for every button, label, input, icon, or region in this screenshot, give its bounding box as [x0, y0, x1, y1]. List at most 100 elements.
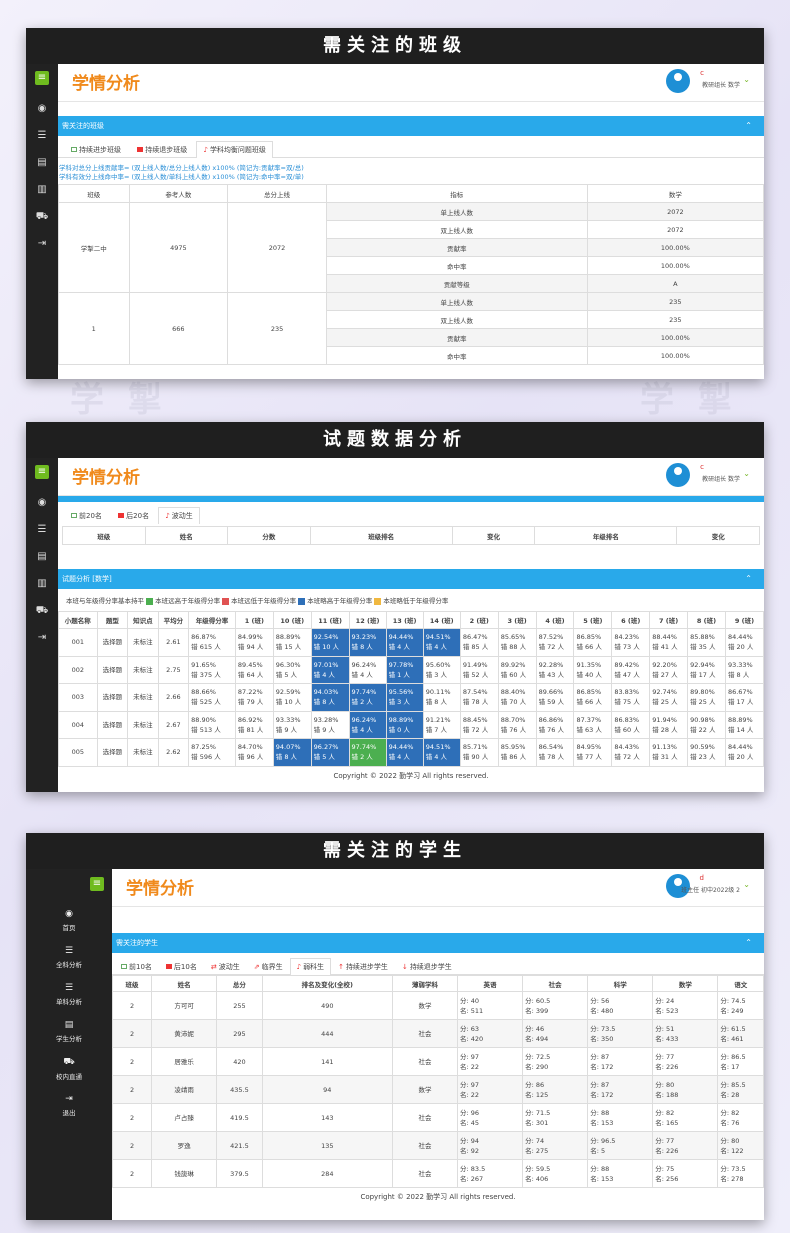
tab-balance-classes[interactable]: ♪ 学科均衡问题班级: [196, 141, 273, 158]
column-header: 5 (班): [573, 611, 613, 629]
tab-declining-classes[interactable]: 持续退步班级: [130, 141, 194, 158]
column-header: 指标: [325, 184, 588, 203]
wrong-count: 错 66 人: [576, 698, 602, 707]
table-cell[interactable]: 钱旎琳: [151, 1159, 218, 1188]
tab-bottom20[interactable]: 后20名: [111, 507, 156, 524]
table-cell: 97.74% 错 2 人: [348, 683, 387, 712]
tab-2[interactable]: ⇄ 波动生: [204, 958, 247, 975]
table-cell: 92.94% 错 17 人: [687, 655, 726, 684]
score-value: 分: 82: [720, 1108, 740, 1117]
table-cell: 98.89% 错 0 人: [385, 710, 424, 739]
tab-5[interactable]: ↑ 持续进步学生: [331, 958, 395, 975]
table-cell: 135: [261, 1131, 393, 1160]
sidebar-item-0[interactable]: ◉ 首页: [26, 905, 112, 942]
tab-label: 临界生: [261, 963, 283, 971]
logout-icon[interactable]: ⇥: [26, 624, 58, 651]
table-cell: 87.37% 错 63 人: [573, 710, 613, 739]
tab-top20[interactable]: 前20名: [64, 507, 109, 524]
table-cell: 85.95% 错 86 人: [497, 738, 537, 767]
cart-icon[interactable]: ⛟: [26, 203, 58, 230]
table-cell: 89.92% 错 60 人: [497, 655, 537, 684]
tab-fluctuating[interactable]: ♪ 波动生: [158, 507, 200, 524]
table-cell[interactable]: 凌靖雨: [151, 1075, 218, 1104]
menu-icon[interactable]: ≡: [35, 71, 49, 85]
rank-value: 名: 433: [655, 1034, 679, 1043]
table-row: 001 选择题 未标注 2.61 86.87% 错 615 人 84.99% 错 94 人 88…: [58, 628, 764, 657]
table-cell[interactable]: 罗逸: [151, 1131, 218, 1160]
table-cell: 88.40% 错 70 人: [497, 683, 537, 712]
chart-icon[interactable]: ▥: [26, 570, 58, 597]
wrong-count: 错 70 人: [500, 698, 527, 707]
table-cell: 分: 77 名: 226: [652, 1131, 719, 1160]
table-cell[interactable]: 居雅乐: [151, 1047, 218, 1076]
chart-icon[interactable]: ▥: [26, 176, 58, 203]
table-cell: 分: 56 名: 480: [587, 991, 654, 1020]
table-cell: 分: 75 名: 256: [652, 1159, 719, 1188]
column-header: 英语: [456, 975, 524, 992]
sidebar-item-1[interactable]: ☰ 全科分析: [26, 942, 112, 979]
dashboard-icon[interactable]: ◉: [26, 95, 58, 122]
wrong-count: 错 20 人: [727, 753, 754, 762]
table-cell[interactable]: 黄沛妮: [151, 1019, 218, 1048]
table-cell: 未标注: [127, 655, 159, 684]
column-header: 8 (班): [687, 611, 726, 629]
document-icon[interactable]: ▤: [26, 543, 58, 570]
logout-icon[interactable]: ⇥: [26, 230, 58, 257]
screenshot-card-questions: 试题数据分析 ≡ ◉ ☰ ▤ ▥ ⛟ ⇥ 学情分析 c 教研组长 数学 ⌄ 前2…: [26, 422, 764, 792]
rate-value: 87.52%: [538, 633, 564, 642]
rate-value: 88.40%: [500, 688, 526, 697]
table-cell: 88.89% 错 14 人: [724, 710, 764, 739]
sidebar-item-4[interactable]: ⛟ 校内直通: [26, 1053, 112, 1090]
table-cell: 419.5: [216, 1103, 263, 1132]
list-icon[interactable]: ☰: [26, 122, 58, 149]
dashboard-icon[interactable]: ◉: [26, 489, 58, 516]
collapse-icon[interactable]: ⌃: [745, 569, 752, 589]
table-cell: 86.67% 错 17 人: [724, 683, 764, 712]
table-cell[interactable]: 方可可: [151, 991, 218, 1020]
sidebar-item-5[interactable]: ⇥ 退出: [26, 1090, 112, 1127]
wrong-count: 错 8 人: [727, 670, 750, 679]
legend-item: 本班与年级得分率基本持平: [66, 597, 144, 605]
user-menu[interactable]: c 教研组长 数学 ⌄: [630, 69, 750, 95]
table-cell: 005: [58, 738, 98, 767]
collapse-icon[interactable]: ⌃: [745, 933, 752, 953]
user-name: d: [699, 874, 704, 882]
table-cell: 83.83% 错 75 人: [611, 683, 651, 712]
rate-value: 85.71%: [462, 743, 488, 752]
tab-4[interactable]: ♪ 弱科生: [289, 958, 332, 975]
table-cell: 分: 63 名: 420: [456, 1019, 524, 1048]
table-row: 004 选择题 未标注 2.67 88.90% 错 513 人 86.92% 错 81 人 93…: [58, 710, 764, 739]
document-icon[interactable]: ▤: [26, 149, 58, 176]
tab-3[interactable]: ⇗ 临界生: [247, 958, 290, 975]
rank-value: 名: 267: [460, 1174, 484, 1183]
table-cell: 94.51% 错 4 人: [422, 738, 461, 767]
table-cell: 分: 24 名: 523: [652, 991, 719, 1020]
menu-icon[interactable]: ≡: [35, 465, 49, 479]
tab-0[interactable]: 前10名: [114, 958, 159, 975]
column-header: 数学: [586, 184, 764, 203]
wrong-count: 错 60 人: [500, 670, 527, 679]
table-cell: 295: [216, 1019, 263, 1048]
sidebar-item-2[interactable]: ☰ 单科分析: [26, 979, 112, 1016]
cart-icon[interactable]: ⛟: [26, 597, 58, 624]
wrong-count: 错 85 人: [462, 643, 489, 652]
sidebar-item-3[interactable]: ▤ 学生分析: [26, 1016, 112, 1053]
score-value: 分: 86.5: [720, 1052, 746, 1061]
footer: Copyright © 2022 勤学习 All rights reserved…: [333, 771, 489, 780]
column-header: 2 (班): [459, 611, 499, 629]
menu-icon[interactable]: ≡: [90, 877, 104, 891]
user-menu[interactable]: d 班主任 初中2022级 2 ⌄: [610, 874, 750, 900]
sidebar-item-label: 退出: [62, 1109, 76, 1117]
column-header: 7 (班): [649, 611, 689, 629]
user-menu[interactable]: c 教研组长 数学 ⌄: [630, 463, 750, 489]
tab-improving-classes[interactable]: 持续进步班级: [64, 141, 128, 158]
score-value: 分: 77: [655, 1052, 675, 1061]
tab-6[interactable]: ↓ 持续退步学生: [395, 958, 459, 975]
table-cell: 421.5: [216, 1131, 263, 1160]
wrong-count: 错 5 人: [275, 670, 298, 679]
table-cell: 2: [111, 1075, 153, 1104]
tab-1[interactable]: 后10名: [159, 958, 204, 975]
list-icon[interactable]: ☰: [26, 516, 58, 543]
collapse-icon[interactable]: ⌃: [745, 116, 752, 136]
table-cell[interactable]: 卢占臻: [151, 1103, 218, 1132]
